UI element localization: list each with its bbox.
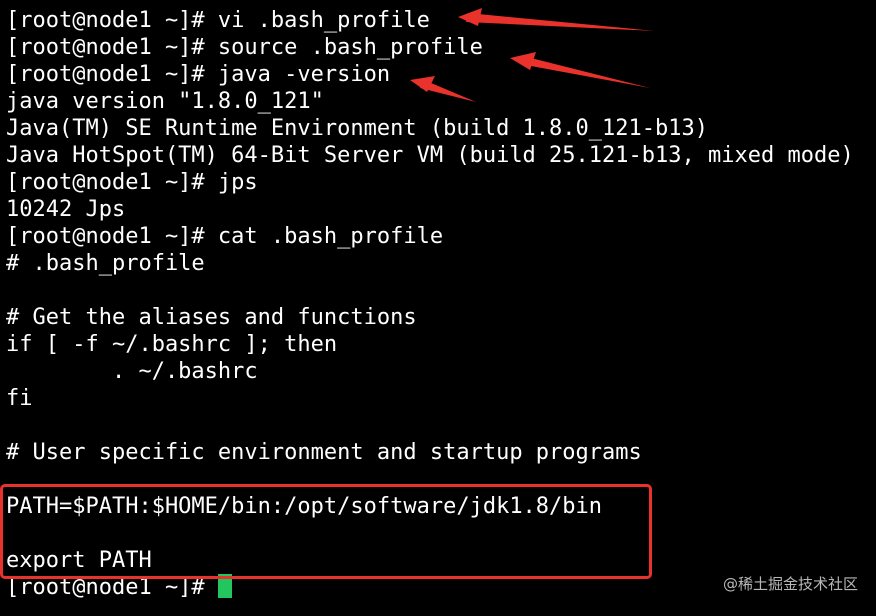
terminal-prompt-line[interactable]: [root@node1 ~]# [6, 574, 232, 601]
terminal-line-12: # Get the aliases and functions [6, 305, 417, 330]
arrow-java-icon [410, 76, 476, 102]
terminal-cursor [217, 574, 232, 598]
terminal-line-9: [root@node1 ~]# cat .bash_profile [6, 224, 444, 249]
terminal-window[interactable]: [root@node1 ~]# vi .bash_profile [root@n… [0, 0, 876, 616]
terminal-line-7: [root@node1 ~]# jps [6, 170, 258, 195]
terminal-line-3: [root@node1 ~]# java -version [6, 62, 391, 87]
terminal-line-2: [root@node1 ~]# source .bash_profile [6, 35, 483, 60]
terminal-line-5: Java(TM) SE Runtime Environment (build 1… [6, 116, 708, 141]
terminal-line-1: [root@node1 ~]# vi .bash_profile [6, 8, 430, 33]
terminal-line-15: fi [6, 386, 33, 411]
arrow-source-icon [510, 52, 650, 88]
terminal-line-14: . ~/.bashrc [6, 359, 258, 384]
terminal-line-13: if [ -f ~/.bashrc ]; then [6, 332, 338, 357]
terminal-line-19: PATH=$PATH:$HOME/bin:/opt/software/jdk1.… [6, 494, 603, 519]
watermark: @稀土掘金技术社区 [722, 575, 858, 593]
terminal-line-17: # User specific environment and startup … [6, 440, 642, 465]
terminal-prompt: [root@node1 ~]# [6, 575, 218, 600]
terminal-line-21: export PATH [6, 548, 152, 573]
terminal-line-4: java version "1.8.0_121" [6, 89, 324, 114]
terminal-line-6: Java HotSpot(TM) 64-Bit Server VM (build… [6, 143, 854, 168]
arrow-vi-icon [458, 8, 655, 31]
terminal-line-10: # .bash_profile [6, 251, 205, 276]
terminal-line-8: 10242 Jps [6, 197, 126, 222]
